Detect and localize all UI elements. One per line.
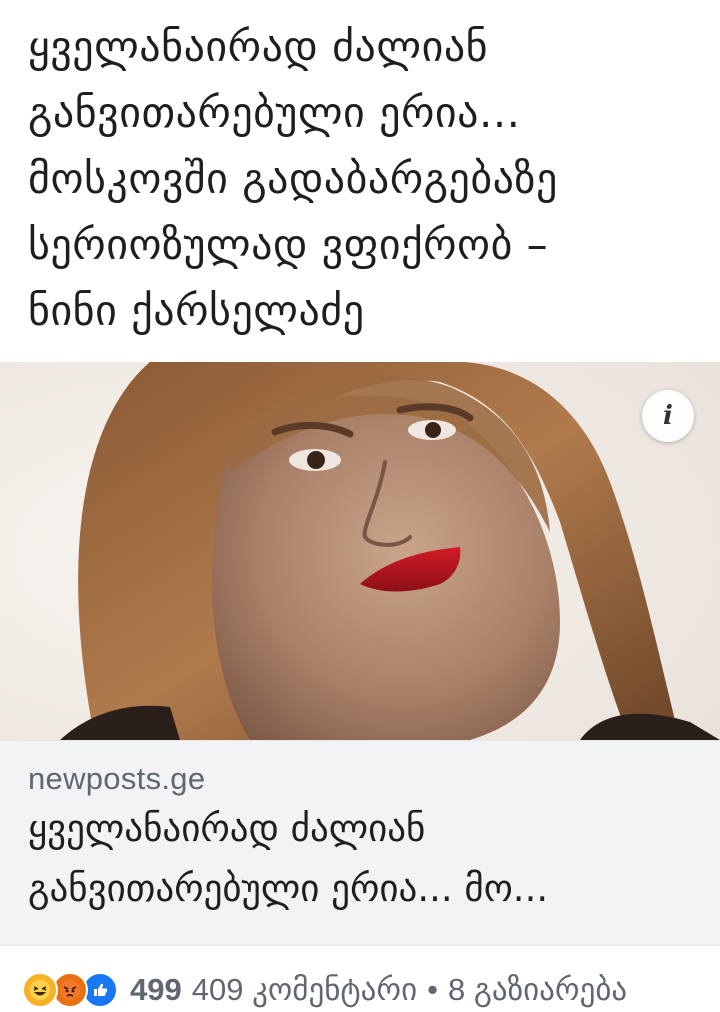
post-text: ყველანაირად ძალიან განვითარებული ერია...… [28, 22, 558, 335]
link-title: ყველანაირად ძალიან განვითარებული ერია...… [28, 807, 549, 910]
info-icon[interactable]: i [642, 390, 694, 442]
link-preview-image[interactable]: i [0, 362, 720, 740]
haha-reaction-icon [22, 972, 58, 1008]
comment-count[interactable]: 409 კომენტარი [192, 972, 417, 1008]
link-preview-card[interactable]: i newposts.ge ყველანაირად ძალიან განვითა… [0, 362, 720, 946]
separator-dot: • [427, 972, 438, 1007]
share-count[interactable]: 8 გაზიარება [448, 972, 627, 1008]
engagement-bar: 499 409 კომენტარი • 8 გაზიარება [22, 968, 720, 1012]
portrait-photo [0, 362, 720, 740]
link-preview-meta[interactable]: newposts.ge ყველანაირად ძალიან განვითარე… [0, 740, 720, 946]
link-domain: newposts.ge [28, 761, 206, 796]
reaction-count[interactable]: 499 [130, 972, 182, 1008]
reactions-summary[interactable] [22, 972, 118, 1008]
